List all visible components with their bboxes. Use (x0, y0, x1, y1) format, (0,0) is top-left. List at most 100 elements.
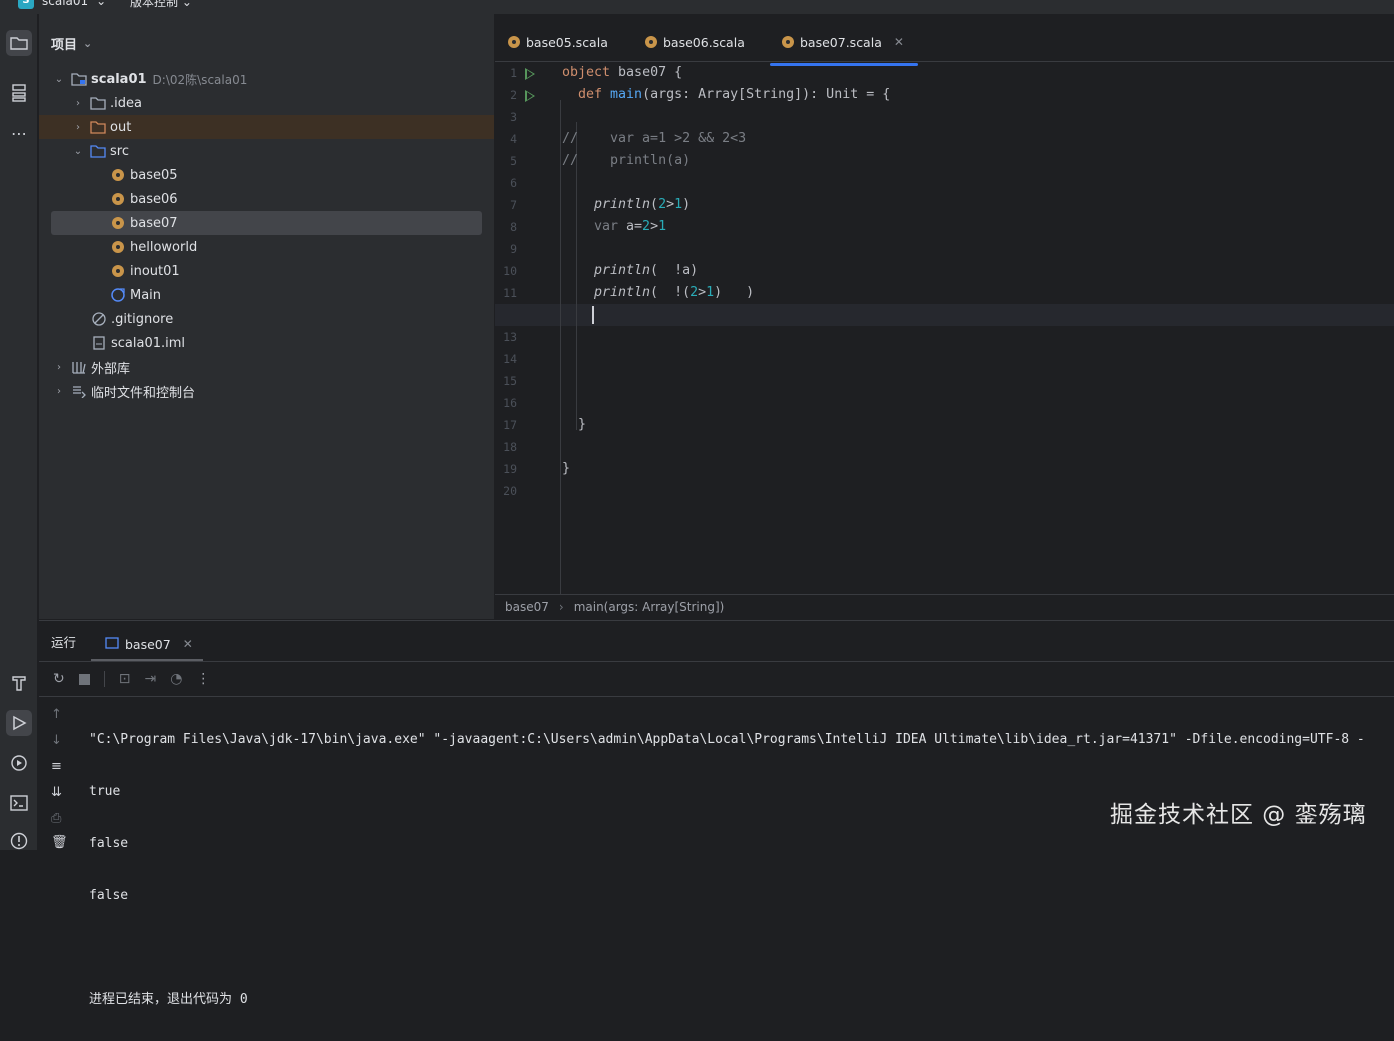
token-text: ( (650, 197, 659, 212)
line-number: 5 (510, 154, 517, 168)
run-tab-base07[interactable]: base07 ✕ (91, 629, 203, 661)
arrow-up-icon[interactable]: ↑ (51, 707, 62, 722)
tree-item-iml[interactable]: scala01.iml (39, 331, 494, 355)
code-line-7: println(2>1) (594, 194, 690, 216)
scala-object-icon (110, 263, 126, 279)
java-class-runnable-icon (110, 287, 126, 303)
line-number: 7 (510, 198, 517, 212)
token-function-call: println (594, 285, 651, 300)
tree-item-label: base05 (130, 167, 178, 183)
file-icon (91, 335, 107, 351)
tab-base07[interactable]: base07.scala ✕ (770, 26, 918, 66)
root-name: scala01 (91, 71, 147, 87)
tree-item-external-libs[interactable]: › 外部库 (39, 355, 494, 379)
project-switcher[interactable]: S scala01 ⌄ (18, 0, 106, 9)
more-icon[interactable]: ⋯ (6, 120, 32, 146)
tree-item-gitignore[interactable]: .gitignore (39, 307, 494, 331)
folder-icon[interactable] (6, 30, 32, 56)
more-icon[interactable]: ⋮ (196, 671, 210, 687)
line-number: 14 (503, 352, 517, 366)
tree-item-inout01[interactable]: inout01 (39, 259, 494, 283)
line-number: 8 (510, 220, 517, 234)
services-icon[interactable] (6, 750, 32, 776)
code-line-8: var a=2>1 (594, 216, 666, 238)
run-header: 运行 base07 ✕ (39, 621, 1394, 661)
stop-icon[interactable] (78, 673, 90, 685)
token-number: 1 (674, 197, 683, 212)
token-text: ( !a) (650, 263, 699, 278)
folder-icon (90, 95, 106, 111)
terminal-icon[interactable] (6, 790, 32, 816)
project-badge: S (18, 0, 34, 9)
tree-item-out[interactable]: › out (39, 115, 494, 139)
tree-root[interactable]: ⌄ scala01 D:\02陈\scala01 (39, 67, 494, 91)
library-icon (71, 359, 87, 375)
soft-wrap-icon[interactable]: ≡ (51, 759, 62, 774)
breadcrumb-item[interactable]: main(args: Array[String]) (574, 600, 725, 614)
project-panel-header[interactable]: 项目 ⌄ (51, 34, 92, 53)
line-number: 6 (510, 176, 517, 190)
tree-item-main[interactable]: Main (39, 283, 494, 307)
run-panel-title: 运行 (51, 634, 77, 650)
close-icon[interactable]: ✕ (894, 35, 904, 49)
exit-icon[interactable]: ⇥ (144, 671, 156, 687)
rerun-icon[interactable]: ↻ (53, 671, 65, 687)
title-bar: S scala01 ⌄ 版本控制 ⌄ (0, 0, 1394, 14)
run-gutter-icon[interactable] (525, 90, 535, 102)
run-toolbar: ↻ ⊡ ⇥ ◔ ⋮ (39, 661, 1394, 697)
line-number: 1 (510, 66, 517, 80)
tab-base05[interactable]: base05.scala (508, 26, 608, 58)
tree-item-label: .gitignore (111, 311, 174, 327)
token-number: 2 (658, 197, 667, 212)
console-line: 进程已结束，退出代码为 0 (89, 992, 248, 1007)
code-line-1: object base07 { (562, 62, 682, 84)
tree-item-label: Main (130, 287, 162, 303)
breadcrumb: base07 › main(args: Array[String]) (495, 594, 1394, 619)
run-gutter-icon[interactable] (525, 68, 535, 80)
code-area[interactable]: object base07 { def main(args: Array[Str… (495, 62, 1394, 594)
token-text: base07 { (618, 65, 683, 80)
tree-item-label: base07 (130, 215, 178, 231)
arrow-down-icon[interactable]: ↓ (51, 733, 62, 748)
root-path: D:\02陈\scala01 (152, 72, 248, 87)
scratches-icon (71, 383, 87, 399)
tree-item-base07[interactable]: base07 (39, 211, 494, 235)
tree-item-label: 临时文件和控制台 (91, 385, 196, 401)
scala-object-icon (110, 239, 126, 255)
scala-object-icon (645, 36, 657, 48)
vcs-menu[interactable]: 版本控制 ⌄ (130, 0, 192, 10)
text-caret (592, 306, 594, 324)
token-number: 2 (642, 219, 651, 234)
token-function: main (610, 87, 643, 102)
run-icon[interactable] (6, 710, 32, 736)
profiler-icon[interactable]: ◔ (170, 671, 182, 687)
close-icon[interactable]: ✕ (183, 637, 193, 651)
code-line-10: println( !a) (594, 260, 698, 282)
line-number: 13 (503, 330, 517, 344)
console-output[interactable]: "C:\Program Files\Java\jdk-17\bin\java.e… (89, 699, 1394, 1041)
console-line: false (89, 836, 129, 851)
tree-item-helloworld[interactable]: helloworld (39, 235, 494, 259)
line-number: 17 (503, 418, 517, 432)
editor-tabs: base05.scala base06.scala base07.scala ✕ (495, 14, 1394, 66)
token-function-call: println (594, 263, 651, 278)
tab-base06[interactable]: base06.scala (645, 26, 745, 58)
structure-icon[interactable] (6, 80, 32, 106)
tree-item-idea[interactable]: › .idea (39, 91, 494, 115)
scroll-to-end-icon[interactable]: ⇊ (51, 785, 62, 800)
tree-item-src[interactable]: ⌄ src (39, 139, 494, 163)
problems-icon[interactable] (6, 828, 32, 854)
tree-item-scratches[interactable]: › 临时文件和控制台 (39, 379, 494, 403)
build-icon[interactable] (6, 670, 32, 696)
tree-item-label: .idea (110, 95, 142, 111)
chevron-right-icon: › (76, 97, 80, 109)
camera-icon[interactable]: ⊡ (119, 671, 131, 687)
tree-item-base05[interactable]: base05 (39, 163, 494, 187)
code-line-17: } (578, 417, 587, 432)
breadcrumb-item[interactable]: base07 (505, 600, 549, 614)
tree-item-base06[interactable]: base06 (39, 187, 494, 211)
chevron-right-icon: › (558, 600, 564, 614)
print-icon[interactable]: ⎙ (51, 811, 61, 826)
chevron-down-icon: ⌄ (54, 73, 64, 85)
trash-icon[interactable]: 🗑 (51, 835, 68, 850)
